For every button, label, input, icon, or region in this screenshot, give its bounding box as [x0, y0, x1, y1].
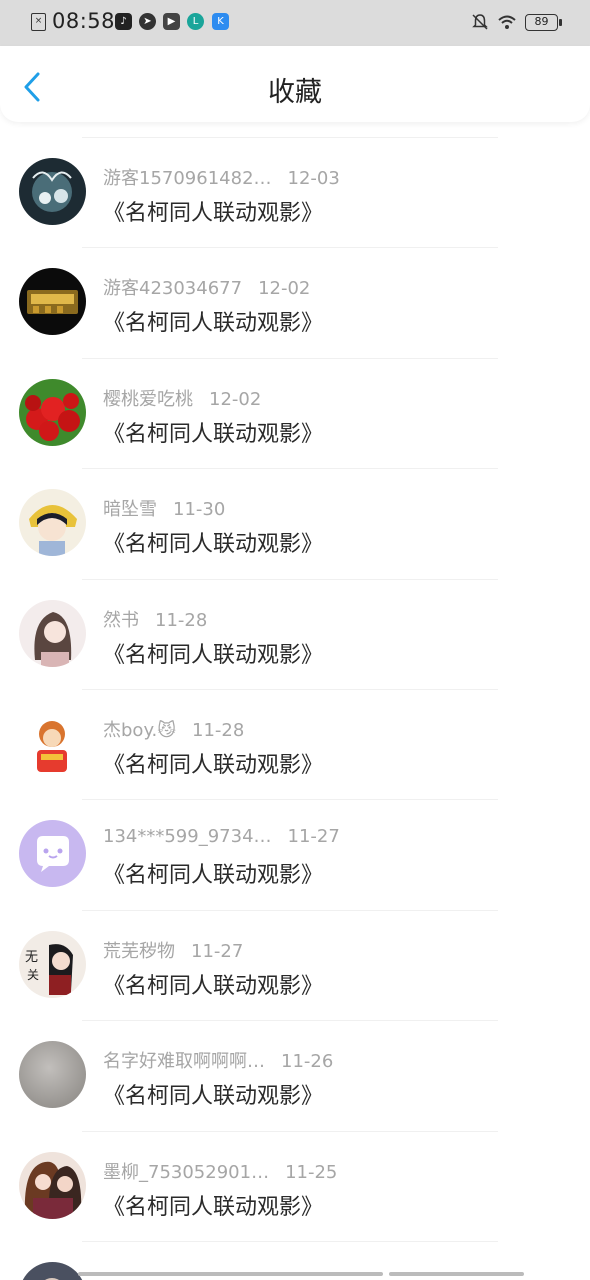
user-name: 荒芜秽物 — [103, 940, 175, 962]
post-date: 11-27 — [287, 826, 340, 848]
post-title[interactable]: 《名柯同人联动观影》 — [103, 857, 323, 889]
user-name: 名字好难取啊啊啊… — [103, 1051, 265, 1073]
user-name: 墨柳_753052901… — [103, 1161, 270, 1183]
post-date: 11-30 — [173, 499, 226, 521]
bell-off-icon — [472, 14, 488, 30]
wifi-icon — [498, 15, 516, 29]
avatar — [19, 158, 86, 225]
post-date: 12-02 — [258, 278, 311, 300]
post-title[interactable]: 《名柯同人联动观影》 — [103, 305, 323, 337]
svg-text:无: 无 — [25, 950, 38, 965]
avatar — [19, 268, 86, 336]
compass-icon: ➤ — [139, 13, 156, 30]
post-date: 12-03 — [287, 168, 340, 189]
avatar — [19, 820, 86, 888]
avatar — [19, 1041, 86, 1109]
post-date: 11-28 — [155, 609, 208, 631]
post-title[interactable]: 《名柯同人联动观影》 — [103, 1189, 323, 1221]
status-bar: × 08:58 ♪ ➤ ▶ L K 89 — [0, 0, 590, 46]
user-name: 樱桃爱吃桃 — [103, 388, 193, 410]
sim-card-icon: × — [31, 13, 46, 31]
svg-text:关: 关 — [27, 968, 39, 982]
post-title[interactable]: 《名柯同人联动观影》 — [103, 526, 323, 558]
post-date: 11-26 — [281, 1051, 334, 1073]
scroll-indicator — [78, 1272, 528, 1278]
tiktok-icon: ♪ — [115, 13, 132, 30]
user-name: 杰boy.😼 — [103, 719, 177, 741]
post-title[interactable]: 《名柯同人联动观影》 — [103, 968, 323, 1000]
user-name: 暗坠雪 — [103, 499, 157, 521]
list-item[interactable]: 墨柳_753052901… 11-25 《名柯同人联动观影》 — [0, 1130, 590, 1241]
post-date: 11-28 — [192, 719, 245, 741]
header: 收藏 — [0, 46, 590, 122]
user-name: 游客1570961482… — [103, 168, 272, 189]
user-name: 134***599_9734… — [103, 826, 272, 848]
list-item[interactable]: 杰boy.😼 11-28 《名柯同人联动观影》 — [0, 688, 590, 799]
list-item[interactable]: 名字好难取啊啊啊… 11-26 《名柯同人联动观影》 — [0, 1020, 590, 1130]
list-item[interactable]: 游客1570961482… 12-03 《名柯同人联动观影》 — [0, 137, 590, 247]
app-k-icon: K — [212, 13, 229, 30]
app-l-icon: L — [187, 13, 204, 30]
status-time: 08:58 — [52, 9, 116, 33]
post-date: 12-02 — [209, 388, 262, 410]
avatar — [19, 709, 86, 777]
user-name: 然书 — [103, 609, 139, 631]
post-title[interactable]: 《名柯同人联动观影》 — [103, 416, 323, 448]
post-date: 11-25 — [285, 1161, 338, 1183]
post-date: 11-27 — [191, 940, 244, 962]
post-title[interactable]: 《名柯同人联动观影》 — [103, 195, 323, 227]
battery-icon: 89 — [525, 13, 562, 31]
post-title[interactable]: 《名柯同人联动观影》 — [103, 1078, 323, 1110]
avatar — [19, 1261, 86, 1280]
list-item[interactable]: 无关 荒芜秽物 11-27 《名柯同人联动观影》 — [0, 909, 590, 1020]
list-item[interactable]: 樱桃爱吃桃 12-02 《名柯同人联动观影》 — [0, 357, 590, 468]
list-item[interactable]: 134***599_9734… 11-27 《名柯同人联动观影》 — [0, 799, 590, 909]
user-name: 游客423034677 — [103, 278, 243, 300]
avatar — [19, 378, 86, 446]
avatar: 无关 — [19, 930, 86, 998]
post-title[interactable]: 《名柯同人联动观影》 — [103, 747, 323, 779]
page-title: 收藏 — [268, 77, 322, 108]
avatar — [19, 1151, 86, 1219]
favorites-list: 游客1570961482… 12-03 《名柯同人联动观影》 游客42303467… — [0, 137, 590, 1280]
post-title[interactable]: 《名柯同人联动观影》 — [103, 637, 323, 669]
avatar — [19, 599, 86, 667]
list-item[interactable]: 游客423034677 12-02 《名柯同人联动观影》 — [0, 247, 590, 357]
media-icon: ▶ — [163, 13, 180, 30]
list-item[interactable]: 暗坠雪 11-30 《名柯同人联动观影》 — [0, 468, 590, 578]
avatar — [19, 489, 86, 557]
list-item[interactable]: 然书 11-28 《名柯同人联动观影》 — [0, 578, 590, 689]
